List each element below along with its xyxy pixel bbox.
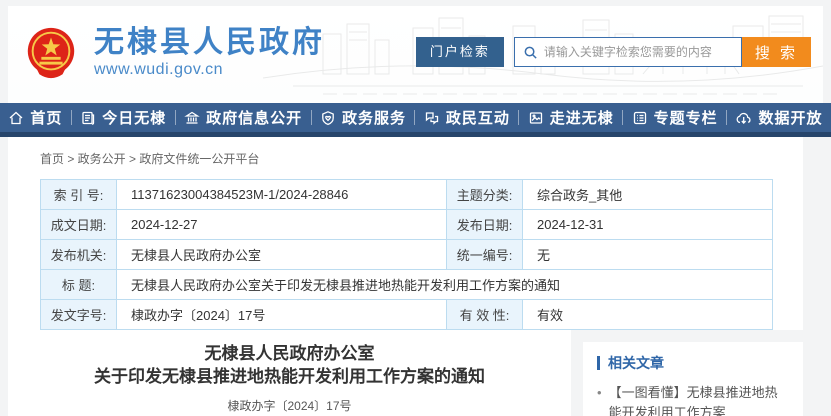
national-emblem-logo [22,24,80,82]
nav-divider [414,110,415,125]
cloud-download-icon [735,110,752,126]
field-value-publish-date: 2024-12-31 [523,210,773,240]
table-row: 发布机关: 无棣县人民政府办公室 统一编号: 无 [41,240,773,270]
search-area: 门户检索 搜 索 [416,37,811,67]
field-value-unified-number: 无 [523,240,773,270]
field-label-publish-date: 发布日期: [447,210,523,240]
field-label-index-number: 索 引 号: [41,180,117,210]
nav-item-services[interactable]: 政务服务 [320,107,406,128]
related-article-label: 【一图看懂】无棣县推进地热能开发利用工作方案 [609,383,789,416]
scenery-image-icon [528,110,544,126]
nav-label: 政民互动 [446,107,510,128]
table-row: 标 题: 无棣县人民政府办公室关于印发无棣县推进地热能开发利用工作方案的通知 [41,270,773,300]
field-label-document-number: 发文字号: [41,300,117,330]
nav-label: 今日无棣 [102,107,166,128]
document-title-line2: 关于印发无棣县推进地热能开发利用工作方案的通知 [8,366,571,389]
sidebar-column: 相关文章 • 【一图看懂】无棣县推进地热能开发利用工作方案 [571,330,803,416]
field-label-title: 标 题: [41,270,117,300]
search-submit-button[interactable]: 搜 索 [742,37,811,67]
field-label-issuing-agency: 发布机关: [41,240,117,270]
nav-label: 政务服务 [342,107,406,128]
field-value-title: 无棣县人民政府办公室关于印发无棣县推进地热能开发利用工作方案的通知 [117,270,773,300]
news-icon [80,110,96,126]
nav-item-topics[interactable]: 专题专栏 [632,107,718,128]
nav-label: 走进无棣 [550,107,614,128]
field-value-validity: 有效 [523,300,773,330]
table-row: 成文日期: 2024-12-27 发布日期: 2024-12-31 [41,210,773,240]
related-articles-header: 相关文章 [597,353,789,373]
nav-divider [622,110,623,125]
bullet-icon: • [597,383,602,416]
nav-item-interaction[interactable]: 政民互动 [424,107,510,128]
related-articles-card: 相关文章 • 【一图看懂】无棣县推进地热能开发利用工作方案 [583,342,803,416]
nav-label: 专题专栏 [654,107,718,128]
field-value-issuing-agency: 无棣县人民政府办公室 [117,240,447,270]
field-value-document-number: 棣政办字〔2024〕17号 [117,300,447,330]
search-icon [523,45,538,60]
nav-label: 政府信息公开 [206,107,302,128]
related-article-link[interactable]: • 【一图看懂】无棣县推进地热能开发利用工作方案 [597,383,789,416]
field-label-validity: 有 效 性: [447,300,523,330]
nav-divider [311,110,312,125]
portal-search-button[interactable]: 门户检索 [416,37,504,67]
list-topics-icon [632,110,648,126]
shield-service-icon [320,110,336,126]
nav-item-info-disclosure[interactable]: 政府信息公开 [184,107,302,128]
home-icon [8,110,24,126]
table-row: 发文字号: 棣政办字〔2024〕17号 有 效 性: 有效 [41,300,773,330]
chat-interaction-icon [424,110,440,126]
government-building-icon [184,110,200,126]
field-value-index-number: 11371623004384523M-1/2024-28846 [117,180,447,210]
main-navigation: 首页 今日无棣 政府信息公开 政务服务 政民互动 走进无棣 专题专栏 数据开放 [0,103,831,137]
field-label-topic-category: 主题分类: [447,180,523,210]
nav-divider [518,110,519,125]
site-header: 无棣县人民政府 www.wudi.gov.cn 门户检索 搜 索 [8,6,823,103]
lower-section: 无棣县人民政府办公室 关于印发无棣县推进地热能开发利用工作方案的通知 棣政办字〔… [8,330,803,416]
nav-item-today[interactable]: 今日无棣 [80,107,166,128]
nav-label: 首页 [30,107,62,128]
site-title: 无棣县人民政府 [94,27,325,59]
nav-divider [175,110,176,125]
nav-divider [71,110,72,125]
search-input[interactable] [544,45,735,59]
search-box[interactable] [514,37,742,67]
nav-item-about[interactable]: 走进无棣 [528,107,614,128]
field-label-written-date: 成文日期: [41,210,117,240]
document-number: 棣政办字〔2024〕17号 [8,397,571,414]
document-title-line1: 无棣县人民政府办公室 [8,343,571,366]
field-value-written-date: 2024-12-27 [117,210,447,240]
nav-label: 数据开放 [758,107,822,128]
breadcrumb[interactable]: 首页 > 政务公开 > 政府文件统一公开平台 [8,137,803,177]
accent-bar [597,356,600,370]
table-row: 索 引 号: 11371623004384523M-1/2024-28846 主… [41,180,773,210]
document-title: 无棣县人民政府办公室 关于印发无棣县推进地热能开发利用工作方案的通知 [8,343,571,389]
site-brand[interactable]: 无棣县人民政府 www.wudi.gov.cn [22,24,325,82]
nav-divider [726,110,727,125]
nav-item-home[interactable]: 首页 [8,107,62,128]
content-container: 首页 > 政务公开 > 政府文件统一公开平台 索 引 号: 1137162300… [8,137,803,408]
related-articles-title: 相关文章 [608,353,664,373]
article-area: 无棣县人民政府办公室 关于印发无棣县推进地热能开发利用工作方案的通知 棣政办字〔… [8,330,571,416]
nav-item-open-data[interactable]: 数据开放 [735,107,822,128]
site-url: www.wudi.gov.cn [94,61,325,79]
document-metadata-table: 索 引 号: 11371623004384523M-1/2024-28846 主… [40,179,773,330]
field-value-topic-category: 综合政务_其他 [523,180,773,210]
field-label-unified-number: 统一编号: [447,240,523,270]
